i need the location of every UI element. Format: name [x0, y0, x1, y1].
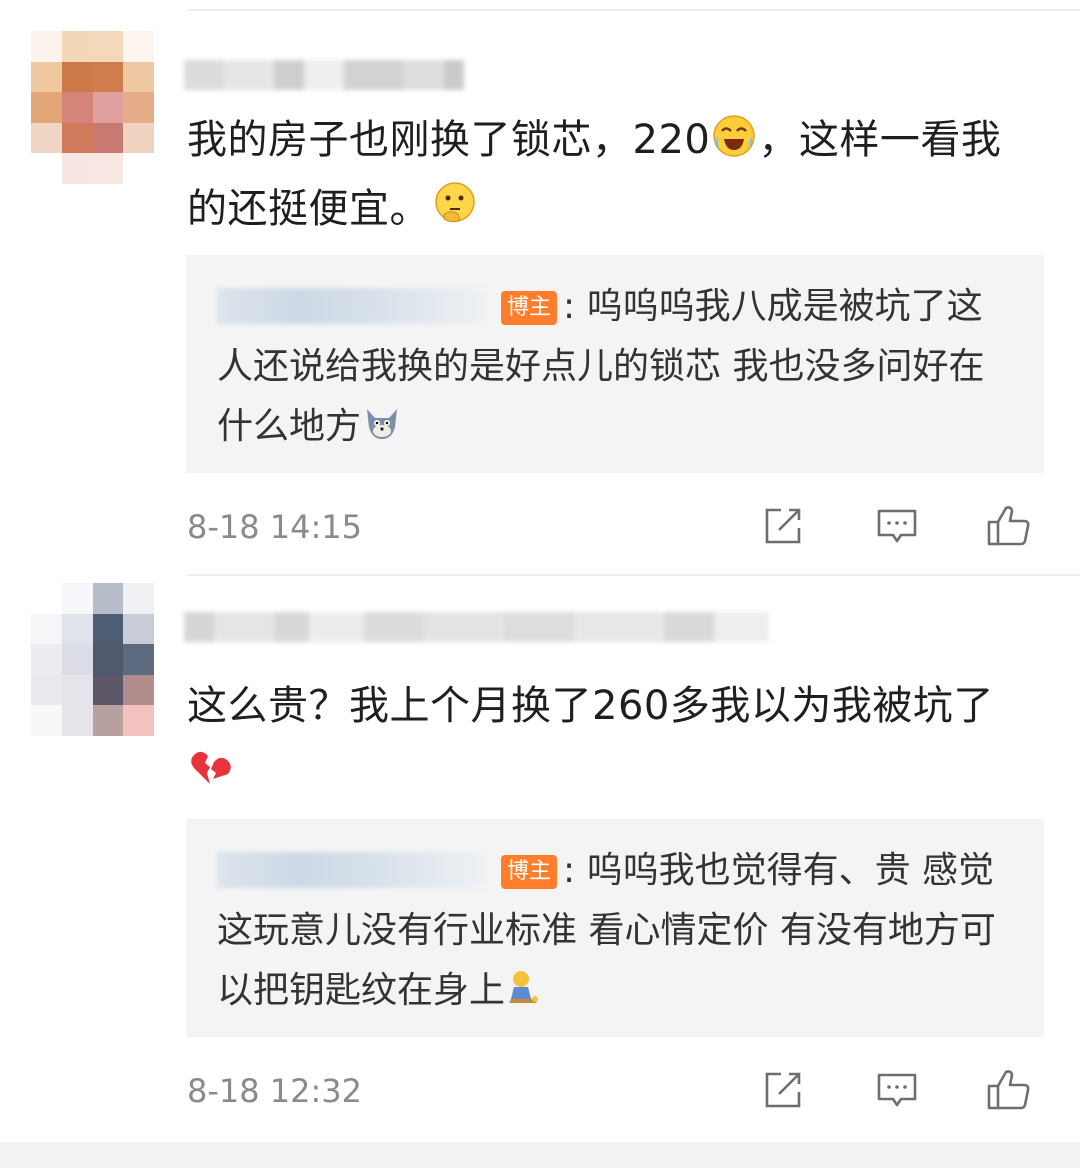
author-badge: 博主: [501, 291, 558, 325]
comment-text: 我的房子也刚换了锁芯，220 ，这样一看我的还挺便宜。: [187, 108, 1037, 246]
bottom-separator: [0, 1142, 1080, 1168]
comment-icon[interactable]: [873, 1066, 921, 1114]
author-reply[interactable]: 博主: 呜呜呜我八成是被坑了这人还说给我换的是好点儿的锁芯 我也没多问好在什么地…: [186, 255, 1044, 473]
like-icon[interactable]: [985, 500, 1033, 548]
thinking-emoji: [432, 181, 478, 246]
author-reply[interactable]: 博主: 呜呜我也觉得有、贵 感觉这玩意儿没有行业标准 看心情定价 有没有地方可以…: [186, 819, 1044, 1037]
comment-text: 这么贵？我上个月换了260多我以为我被坑了: [187, 674, 1037, 807]
reply-username-blurred[interactable]: [217, 288, 487, 324]
author-badge: 博主: [501, 855, 558, 889]
comment-time: 8-18 14:15: [187, 508, 363, 546]
tom-cat-emoji: [363, 402, 401, 462]
comment-time: 8-18 12:32: [187, 1072, 363, 1110]
avatar[interactable]: [31, 31, 154, 184]
repost-icon[interactable]: [759, 502, 807, 550]
reply-username-blurred[interactable]: [217, 852, 487, 888]
avatar[interactable]: [31, 583, 154, 736]
like-icon[interactable]: [985, 1064, 1033, 1112]
comment-icon[interactable]: [873, 502, 921, 550]
crying-laughing-emoji: [712, 113, 756, 177]
top-divider: [187, 9, 1080, 11]
broken-heart-emoji: [189, 743, 231, 807]
username-blurred[interactable]: [184, 60, 464, 90]
repost-icon[interactable]: [759, 1066, 807, 1114]
sitting-figure-emoji: [507, 966, 541, 1026]
comment-divider: [187, 574, 1080, 576]
username-blurred[interactable]: [184, 612, 769, 642]
